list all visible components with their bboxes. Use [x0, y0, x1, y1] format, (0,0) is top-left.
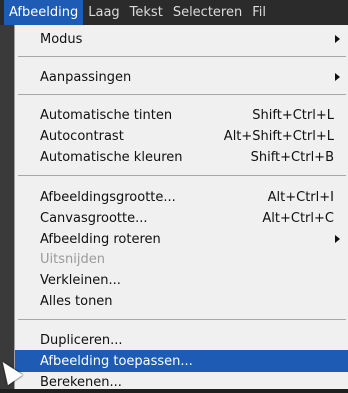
menu-item-label: Afbeelding toepassen...	[40, 353, 193, 369]
menu-item-aanpassingen[interactable]: Aanpassingen	[15, 66, 348, 88]
menu-item-label: Modus	[40, 31, 83, 47]
menu-item-modus[interactable]: Modus	[15, 28, 348, 50]
menu-item-afbeelding-toepassen[interactable]: Afbeelding toepassen...	[15, 350, 348, 372]
menu-item-automatische-tinten[interactable]: Automatische tinten Shift+Ctrl+L	[15, 104, 348, 126]
menu-item-automatische-kleuren[interactable]: Automatische kleuren Shift+Ctrl+B	[15, 146, 348, 168]
menu-separator	[18, 175, 346, 176]
menu-item-alles-tonen[interactable]: Alles tonen	[15, 290, 348, 312]
menu-item-label: Afbeelding roteren	[40, 231, 161, 247]
menu-selecteren[interactable]: Selecteren	[168, 0, 247, 25]
menu-item-label: Uitsnijden	[40, 251, 105, 267]
menu-item-label: Dupliceren...	[40, 332, 123, 348]
shortcut-label: Alt+Ctrl+I	[267, 189, 334, 205]
workspace-edge	[0, 25, 14, 389]
menu-item-dupliceren[interactable]: Dupliceren...	[15, 329, 348, 351]
menu-item-canvasgrootte[interactable]: Canvasgrootte... Alt+Ctrl+C	[15, 207, 348, 229]
menu-item-label: Autocontrast	[40, 128, 124, 144]
submenu-arrow-icon	[335, 35, 340, 43]
menu-item-label: Alles tonen	[40, 293, 113, 309]
menu-item-label: Verkleinen...	[40, 272, 121, 288]
submenu-arrow-icon	[335, 235, 340, 243]
menu-laag[interactable]: Laag	[83, 0, 124, 25]
shortcut-label: Shift+Ctrl+L	[252, 107, 334, 123]
menu-item-label: Canvasgrootte...	[40, 210, 148, 226]
menu-item-autocontrast[interactable]: Autocontrast Alt+Shift+Ctrl+L	[15, 125, 348, 147]
menu-separator	[18, 319, 346, 320]
menu-item-afbeeldingsgrootte[interactable]: Afbeeldingsgrootte... Alt+Ctrl+I	[15, 186, 348, 208]
menu-item-label: Automatische tinten	[40, 107, 173, 123]
menu-separator	[18, 56, 346, 57]
menu-separator	[18, 94, 346, 95]
menu-item-uitsnijden: Uitsnijden	[15, 248, 348, 270]
menu-tekst[interactable]: Tekst	[125, 0, 168, 25]
afbeelding-dropdown-menu: Modus Aanpassingen Automatische tinten S…	[14, 25, 348, 390]
menu-item-verkleinen[interactable]: Verkleinen...	[15, 269, 348, 291]
menu-bar: Afbeelding Laag Tekst Selecteren Fil	[0, 0, 348, 25]
shortcut-label: Shift+Ctrl+B	[250, 149, 334, 165]
shortcut-label: Alt+Ctrl+C	[262, 210, 334, 226]
menu-item-afbeelding-roteren[interactable]: Afbeelding roteren	[15, 228, 348, 250]
submenu-arrow-icon	[335, 73, 340, 81]
menu-item-label: Aanpassingen	[40, 69, 132, 85]
shortcut-label: Alt+Shift+Ctrl+L	[223, 128, 334, 144]
menu-item-berekenen[interactable]: Berekenen...	[15, 371, 348, 393]
menu-item-label: Berekenen...	[40, 374, 122, 390]
menu-filter[interactable]: Fil	[247, 0, 271, 25]
menu-afbeelding[interactable]: Afbeelding	[4, 0, 84, 25]
menu-item-label: Automatische kleuren	[40, 149, 183, 165]
menu-item-label: Afbeeldingsgrootte...	[40, 189, 176, 205]
